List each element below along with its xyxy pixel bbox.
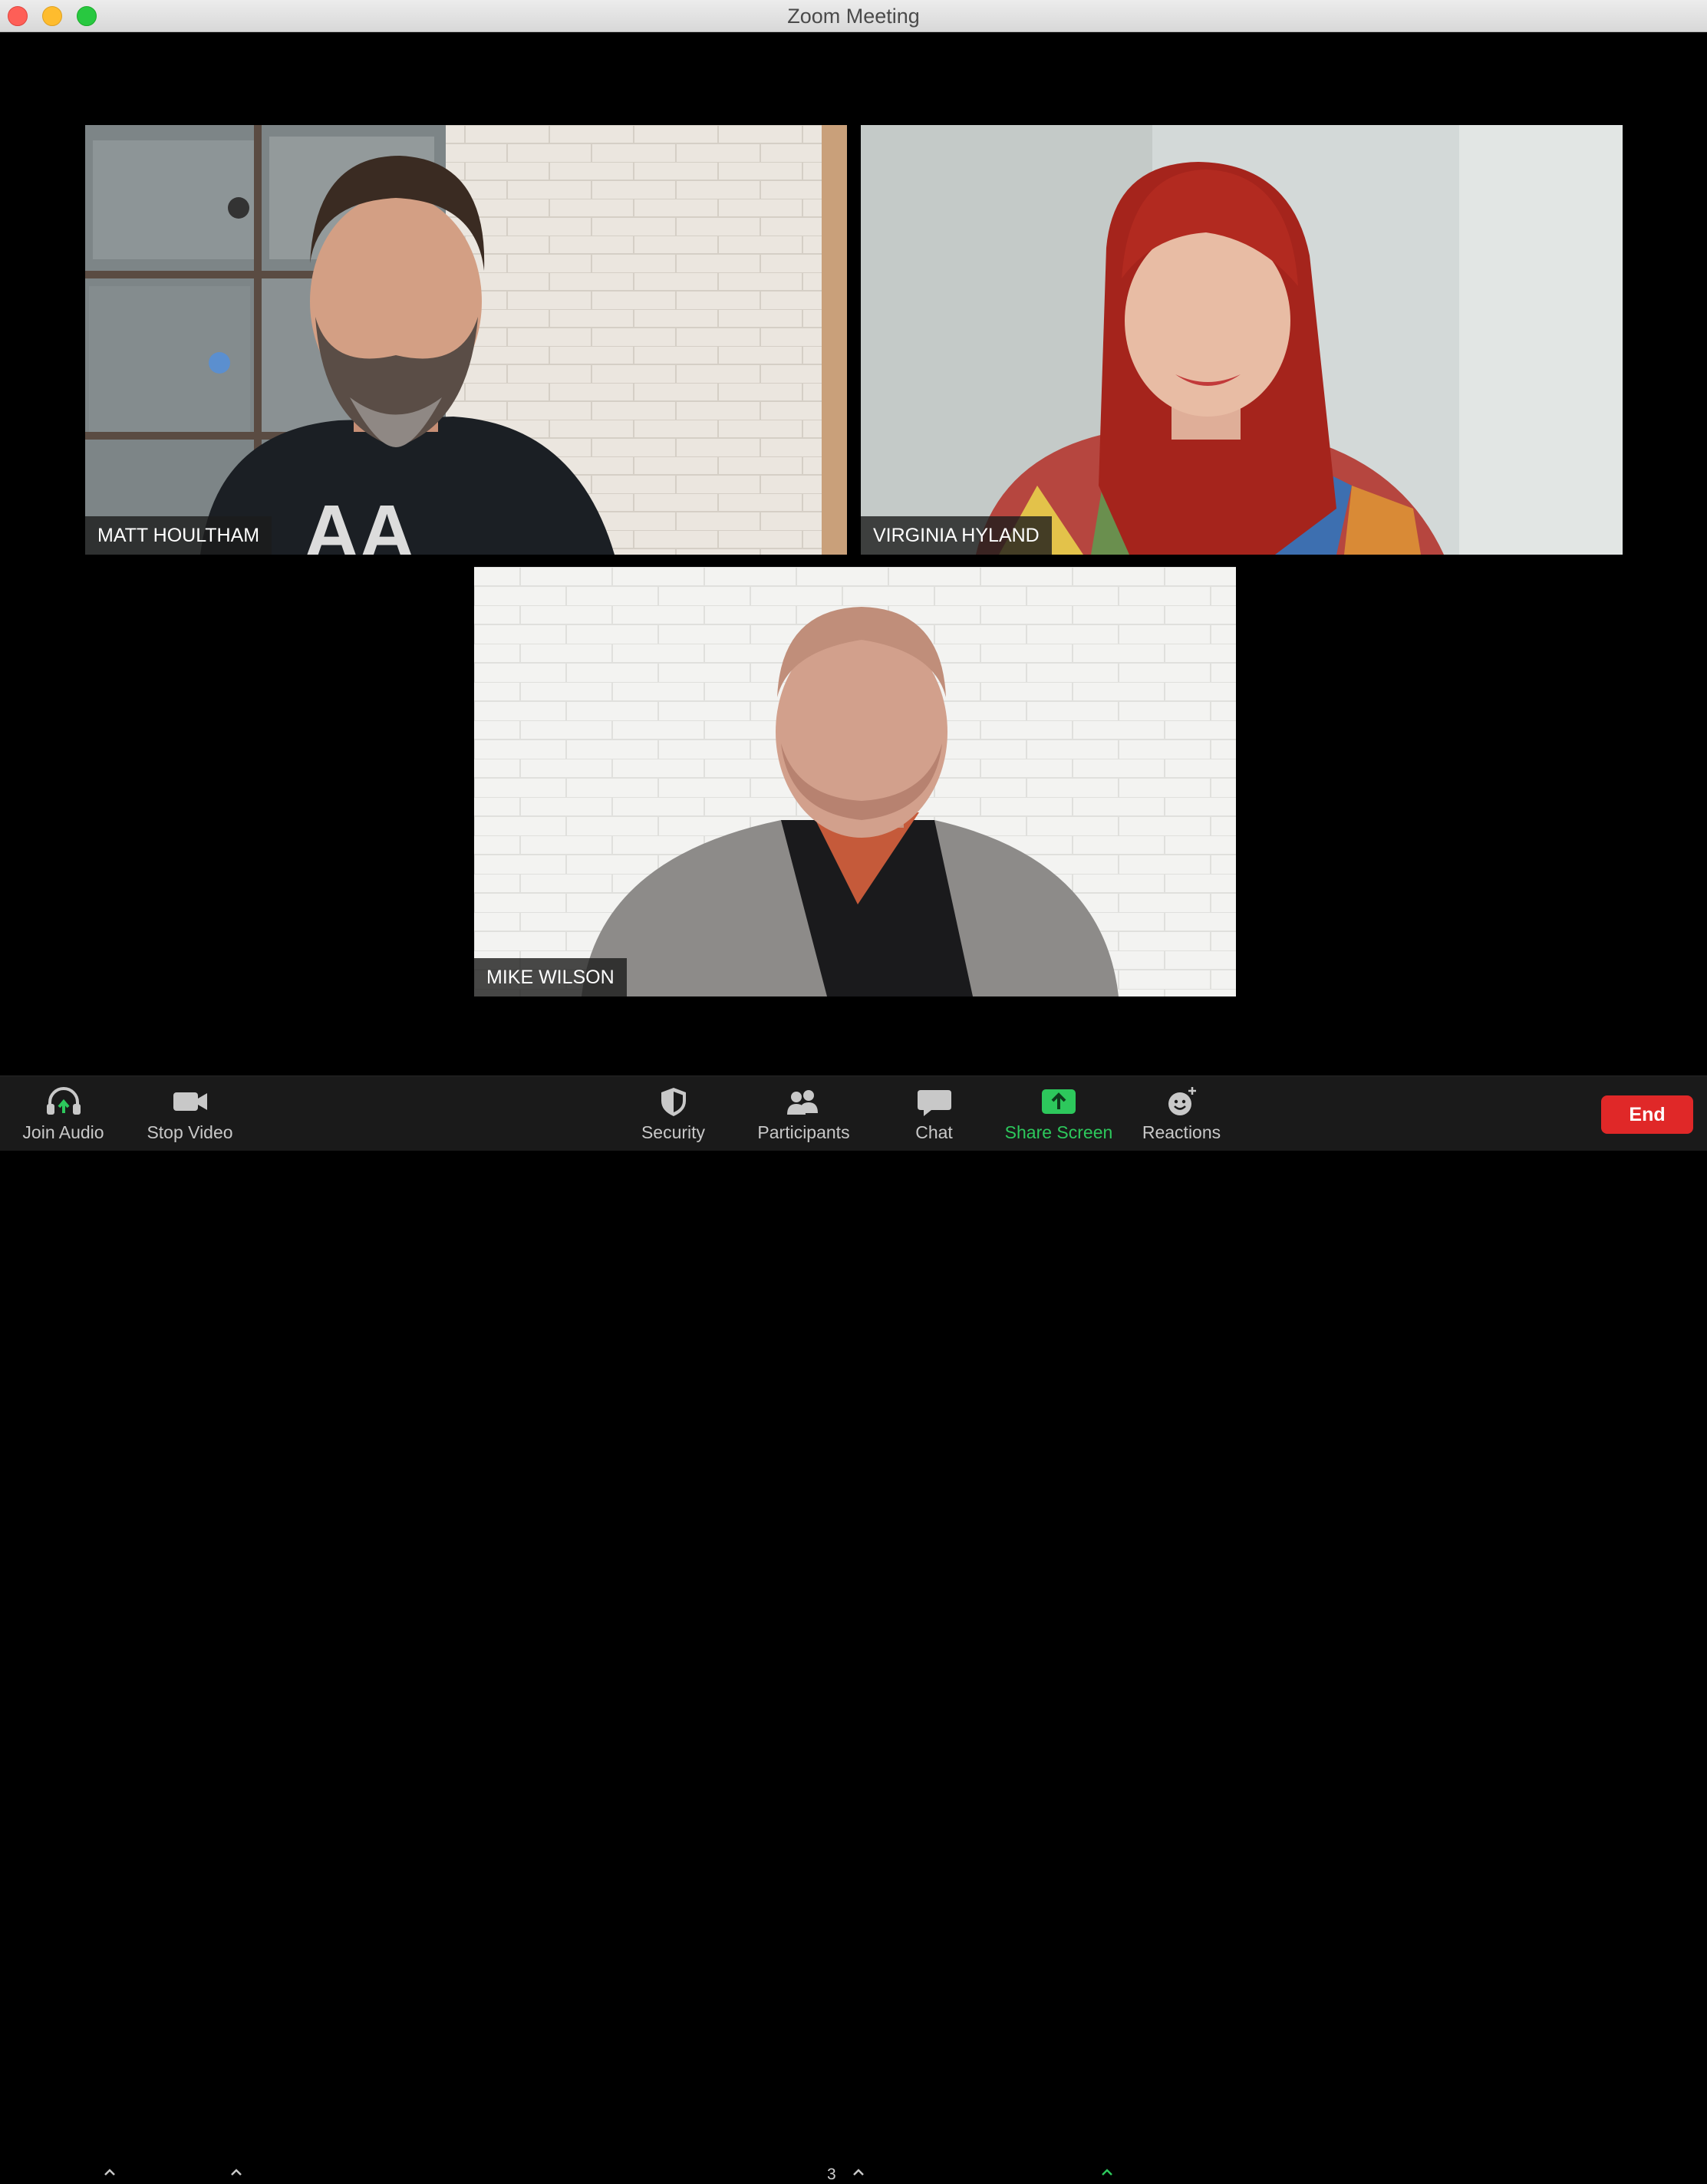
video-tile-mike-wilson[interactable]: MIKE WILSON [474, 567, 1236, 996]
security-label: Security [641, 1122, 706, 1142]
participants-count-badge: 3 [827, 2166, 836, 2183]
shield-icon [661, 1088, 686, 1116]
participant-name-label: VIRGINIA HYLAND [861, 516, 1052, 555]
video-tile-matt-houltham[interactable]: AA MATT HOULTHAM [85, 125, 847, 555]
share-screen-button[interactable]: Share Screen [1001, 1076, 1116, 1151]
join-audio-button[interactable]: Join Audio [15, 1076, 111, 1151]
smiley-add-icon [1168, 1087, 1196, 1115]
join-audio-label: Join Audio [22, 1122, 104, 1142]
chat-bubble-icon [917, 1090, 951, 1116]
stop-video-button[interactable]: Stop Video [142, 1076, 238, 1151]
headphones-icon [46, 1087, 81, 1115]
participants-button[interactable]: Participants [752, 1076, 855, 1151]
reactions-label: Reactions [1142, 1122, 1221, 1142]
stop-video-label: Stop Video [147, 1122, 233, 1142]
video-camera-icon [173, 1092, 207, 1111]
share-screen-label: Share Screen [1004, 1122, 1113, 1142]
participant-name-label: MATT HOULTHAM [85, 516, 272, 555]
reactions-button[interactable]: Reactions [1135, 1076, 1228, 1151]
participant-video [474, 567, 1236, 996]
share-options-chevron-up-icon[interactable] [1099, 2164, 1115, 2181]
share-screen-arrow-up-icon [1042, 1089, 1076, 1114]
participant-name-label: MIKE WILSON [474, 958, 627, 996]
chat-button[interactable]: Chat [894, 1076, 974, 1151]
svg-text:AA: AA [304, 489, 414, 555]
audio-options-chevron-up-icon[interactable] [101, 2164, 118, 2181]
participant-video [861, 125, 1623, 555]
participants-icon [786, 1090, 818, 1115]
participant-video: AA [85, 125, 847, 555]
window-title: Zoom Meeting [787, 5, 920, 28]
video-tile-virginia-hyland[interactable]: VIRGINIA HYLAND [861, 125, 1623, 555]
meeting-toolbar: Join Audio Stop Video Security Participa… [0, 1076, 1707, 2183]
title-bar: Zoom Meeting [0, 0, 1707, 32]
security-button[interactable]: Security [629, 1076, 717, 1151]
participants-options-chevron-up-icon[interactable] [850, 2164, 867, 2181]
participants-label: Participants [757, 1122, 850, 1142]
end-meeting-button[interactable]: End [1601, 1095, 1693, 1134]
video-options-chevron-up-icon[interactable] [228, 2164, 245, 2181]
chat-label: Chat [915, 1122, 953, 1142]
